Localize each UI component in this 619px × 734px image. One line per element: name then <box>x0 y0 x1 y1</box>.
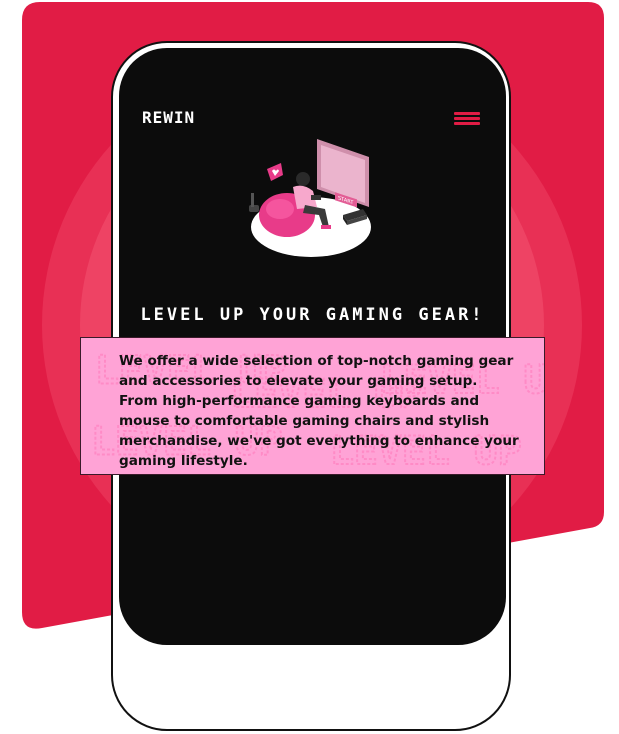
description-text: We offer a wide selection of top-notch g… <box>119 353 519 469</box>
description-card: LEVEL UP LEVEL UP LEVEL UP LEVEL UP LEVE… <box>80 337 545 475</box>
gamer-on-beanbag-illustration: START <box>249 139 371 257</box>
page-title: LEVEL UP YOUR GAMING GEAR! <box>140 305 485 325</box>
rewin-logo[interactable]: REWIN <box>142 108 218 126</box>
hamburger-menu-icon[interactable] <box>454 112 482 126</box>
logo-text: REWIN <box>142 108 195 126</box>
